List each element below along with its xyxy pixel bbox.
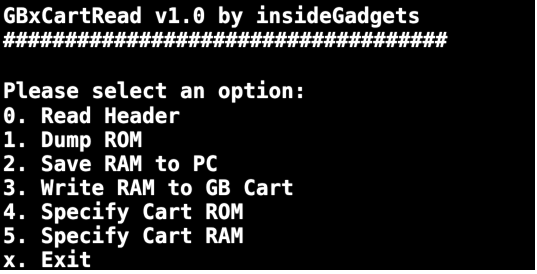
option-exit: x. Exit xyxy=(3,248,92,270)
option-specify-cart-ram: 5. Specify Cart RAM xyxy=(3,224,244,248)
app-title: GBxCartRead v1.0 by insideGadgets xyxy=(3,4,421,28)
option-write-ram: 3. Write RAM to GB Cart xyxy=(3,176,294,200)
option-save-ram: 2. Save RAM to PC xyxy=(3,152,218,176)
option-read-header: 0. Read Header xyxy=(3,104,181,128)
console-window: GBxCartRead v1.0 by insideGadgets ######… xyxy=(0,0,535,270)
menu-prompt: Please select an option: xyxy=(3,79,307,103)
header-rule: #################################### xyxy=(3,28,448,52)
option-specify-cart-rom: 4. Specify Cart ROM xyxy=(3,200,244,224)
option-dump-rom: 1. Dump ROM xyxy=(3,128,143,152)
